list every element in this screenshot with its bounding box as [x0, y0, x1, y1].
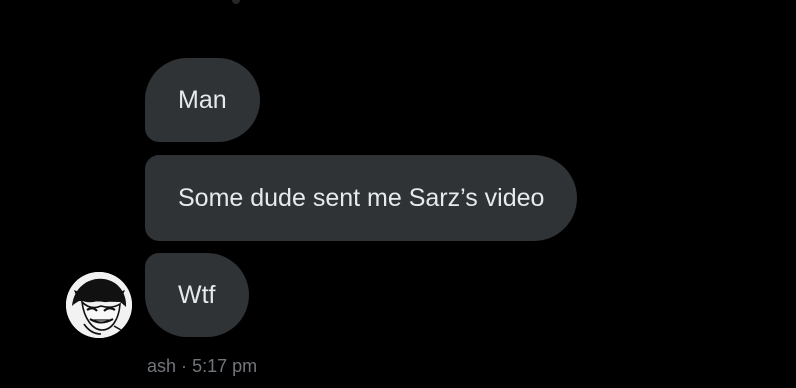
message-text: Man: [178, 86, 227, 114]
message-thread: Man Some dude sent me Sarz’s video Wtf a…: [0, 0, 796, 388]
avatar[interactable]: [66, 272, 132, 338]
message-text: Wtf: [178, 281, 216, 309]
previous-message-edge: [232, 0, 240, 4]
message-bubble[interactable]: Some dude sent me Sarz’s video: [145, 155, 578, 241]
message-time: 5:17 pm: [192, 356, 258, 376]
meta-separator: ·: [181, 356, 188, 376]
message-bubble[interactable]: Man: [145, 58, 260, 142]
message-meta: ash · 5:17 pm: [147, 354, 257, 378]
message-text: Some dude sent me Sarz’s video: [178, 184, 545, 212]
anime-character-avatar-icon: [66, 272, 132, 338]
message-bubble[interactable]: Wtf: [145, 253, 249, 337]
sender-name: ash: [147, 356, 177, 376]
